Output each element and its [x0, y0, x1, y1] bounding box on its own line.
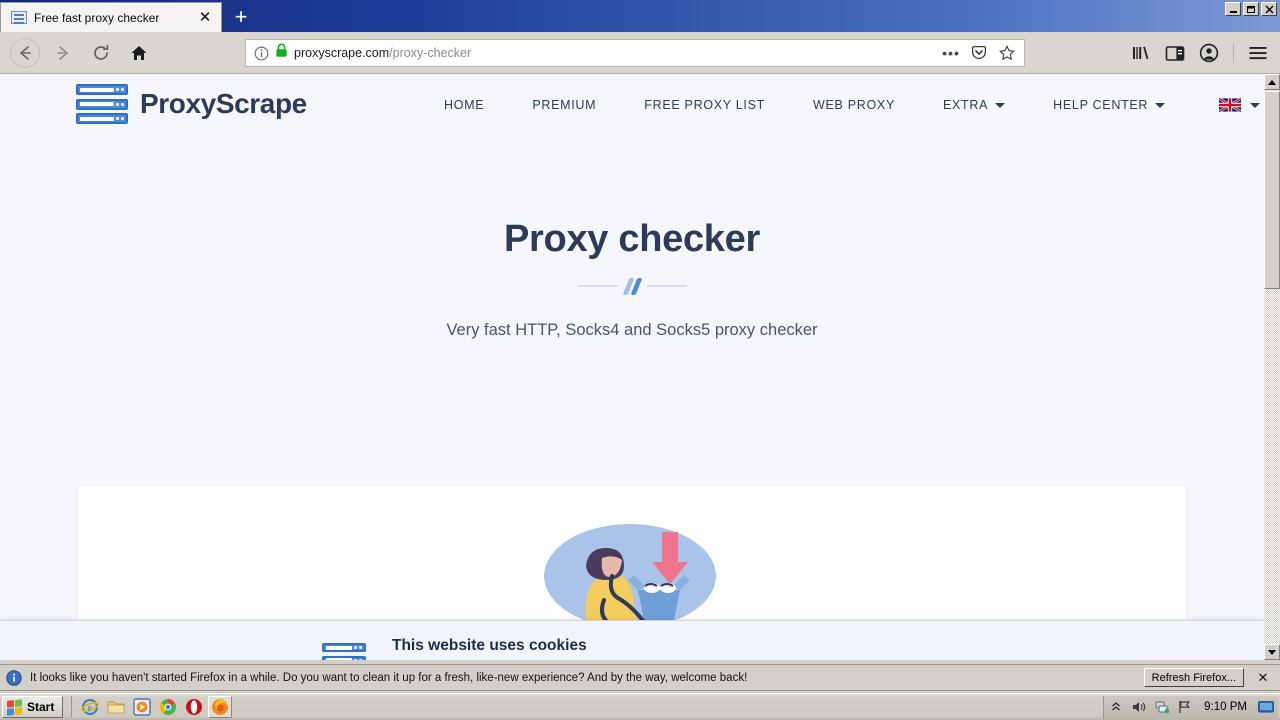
account-icon[interactable]: [1195, 40, 1223, 66]
firefox-icon[interactable]: [208, 696, 233, 718]
info-icon: [6, 669, 22, 686]
window-controls: [1225, 2, 1277, 16]
page-title: Proxy checker: [504, 218, 760, 260]
speaker-icon[interactable]: [1131, 699, 1147, 715]
tab-favicon-icon: [11, 11, 27, 24]
network-icon[interactable]: [1154, 699, 1170, 715]
action-center-flag-icon[interactable]: [1177, 699, 1193, 715]
start-button-label: Start: [27, 700, 55, 714]
hero-section: Proxy checker Very fast HTTP, Socks4 and…: [0, 146, 1264, 340]
scroll-down-button[interactable]: [1264, 644, 1280, 660]
nav-label: HELP CENTER: [1053, 98, 1149, 112]
address-bar[interactable]: proxyscrape.com/proxy-checker •••: [245, 39, 1025, 67]
scroll-up-button[interactable]: [1264, 74, 1280, 90]
back-arrow-icon[interactable]: [10, 37, 40, 68]
firefox-notification-bar: It looks like you haven't started Firefo…: [0, 664, 1280, 691]
new-tab-button[interactable]: +: [224, 3, 258, 31]
browser-tab[interactable]: Free fast proxy checker ✕: [0, 2, 222, 32]
restore-button[interactable]: [1243, 2, 1259, 16]
tab-strip: Free fast proxy checker ✕ +: [0, 0, 258, 32]
nav-item-help-center[interactable]: HELP CENTER: [1029, 98, 1189, 112]
server-rack-icon: [322, 643, 366, 660]
close-button[interactable]: [1261, 2, 1277, 16]
language-selector[interactable]: [1189, 97, 1261, 113]
page-actions-icon[interactable]: •••: [940, 42, 962, 64]
page-scrollbar[interactable]: [1264, 74, 1280, 660]
nav-label: PREMIUM: [532, 98, 597, 112]
nav-item-web-proxy[interactable]: WEB PROXY: [789, 98, 919, 112]
url-host-segment: proxyscrape.com: [294, 46, 390, 60]
window-title-bar: Free fast proxy checker ✕ +: [0, 0, 1280, 32]
quick-launch-bar: e: [71, 696, 233, 718]
show-desktop-icon[interactable]: [1258, 699, 1274, 715]
site-logo[interactable]: ProxyScrape: [76, 84, 307, 124]
chrome-icon[interactable]: [156, 696, 180, 718]
reload-icon[interactable]: [86, 38, 116, 68]
chevron-down-icon: [995, 102, 1006, 108]
tab-close-icon[interactable]: ✕: [195, 8, 215, 28]
refresh-firefox-button[interactable]: Refresh Firefox...: [1143, 668, 1244, 687]
forward-arrow-icon[interactable]: [48, 38, 78, 68]
logo-text-secondary: Scrape: [215, 88, 307, 119]
hamburger-menu-icon[interactable]: [1244, 40, 1272, 66]
home-icon[interactable]: [124, 38, 154, 68]
nav-item-free-proxy-list[interactable]: FREE PROXY LIST: [620, 98, 789, 112]
site-header: ProxyScrape HOME PREMIUM FREE PROXY LIST…: [0, 74, 1264, 146]
main-navigation: HOME PREMIUM FREE PROXY LIST WEB PROXY E…: [420, 97, 1261, 113]
start-button[interactable]: Start: [2, 696, 64, 718]
taskbar-clock[interactable]: 9:10 PM: [1200, 701, 1251, 713]
sidebar-icon[interactable]: [1161, 40, 1189, 66]
opera-icon[interactable]: [182, 696, 206, 718]
nav-item-extra[interactable]: EXTRA: [919, 98, 1029, 112]
library-icon[interactable]: [1127, 40, 1155, 66]
cookie-banner-body: This website uses cookies This website u…: [392, 637, 952, 660]
url-path-segment: /proxy-checker: [389, 46, 472, 60]
minimize-button[interactable]: [1225, 2, 1241, 16]
close-icon[interactable]: ✕: [1252, 670, 1274, 686]
tab-title: Free fast proxy checker: [34, 10, 160, 25]
chevron-up-icon[interactable]: [1108, 699, 1124, 715]
svg-text:e: e: [88, 703, 93, 714]
nav-item-home[interactable]: HOME: [420, 98, 508, 112]
info-circle-icon[interactable]: [254, 46, 269, 61]
scrollbar-thumb[interactable]: [1264, 91, 1280, 289]
windows-logo-icon: [7, 698, 22, 716]
internet-explorer-icon[interactable]: e: [78, 696, 102, 718]
toolbar-right-icons: [1127, 39, 1272, 67]
toolbar-separator: [1233, 43, 1234, 63]
nav-label: EXTRA: [942, 98, 989, 112]
cookie-banner-title: This website uses cookies: [392, 637, 587, 654]
nav-label: HOME: [444, 98, 485, 112]
logo-text: ProxyScrape: [140, 88, 307, 120]
padlock-icon: [275, 43, 288, 63]
system-tray: 9:10 PM: [1103, 695, 1278, 719]
windows-taskbar: Start e 9:10 PM: [0, 693, 1280, 720]
media-player-icon[interactable]: [130, 696, 154, 718]
bookmark-star-icon[interactable]: [996, 42, 1018, 64]
pocket-icon[interactable]: [968, 42, 990, 64]
uk-flag-icon: [1218, 97, 1242, 113]
nav-item-premium[interactable]: PREMIUM: [508, 98, 620, 112]
page-subtitle: Very fast HTTP, Socks4 and Socks5 proxy …: [446, 321, 818, 339]
file-explorer-icon[interactable]: [104, 696, 128, 718]
notification-message: It looks like you haven't started Firefo…: [30, 671, 748, 684]
nav-label: WEB PROXY: [812, 98, 895, 112]
logo-text-primary: Proxy: [140, 88, 216, 119]
chevron-down-icon: [1155, 102, 1166, 108]
server-rack-icon: [76, 84, 128, 124]
page-content: ProxyScrape HOME PREMIUM FREE PROXY LIST…: [0, 74, 1264, 660]
nav-label: FREE PROXY LIST: [644, 98, 765, 112]
cookie-consent-banner: This website uses cookies This website u…: [0, 620, 1264, 660]
url-text: proxyscrape.com/proxy-checker: [294, 46, 934, 60]
chevron-down-icon: [1250, 102, 1261, 108]
double-slash-divider-icon: [557, 277, 707, 295]
browser-window: Free fast proxy checker ✕ + proxyscrape.…: [0, 0, 1280, 720]
